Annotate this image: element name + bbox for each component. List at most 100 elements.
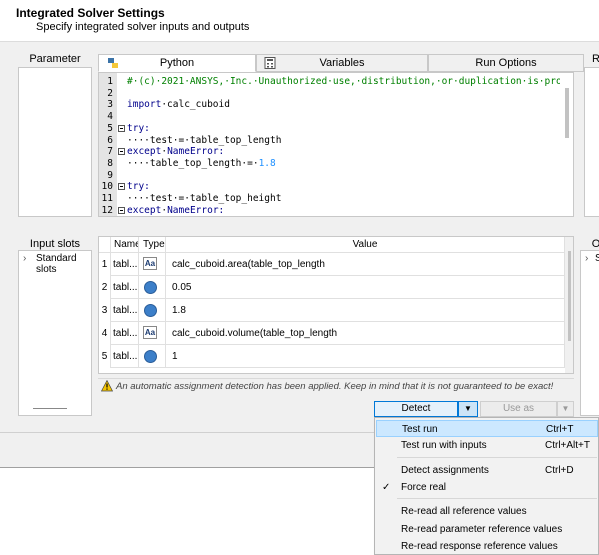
- editor-vertical-scrollbar[interactable]: [560, 73, 573, 216]
- code-line[interactable]: 1 #·(c)·2021·ANSYS,·Inc.·Unauthorized·use…: [99, 76, 573, 88]
- line-number: 1: [107, 76, 113, 87]
- detect-assignments-dropdown[interactable]: ▼: [458, 401, 478, 417]
- number-type-icon: [144, 281, 157, 294]
- menu-item-label: Detect assignments: [401, 465, 489, 476]
- fold-toggle-icon[interactable]: [118, 183, 125, 191]
- dialog-header: Integrated Solver Settings Specify integ…: [0, 0, 599, 42]
- code-text: try:: [127, 122, 150, 134]
- code-line[interactable]: 6 ····test·=·table_top_length: [99, 135, 573, 147]
- cell-name[interactable]: tabl...: [111, 299, 139, 322]
- line-number: 4: [107, 111, 113, 123]
- tab-python[interactable]: Python: [98, 54, 256, 72]
- row-number[interactable]: 2: [99, 276, 111, 299]
- menu-item-shortcut: Ctrl+D: [545, 465, 574, 476]
- output-tree-item[interactable]: S: [595, 253, 599, 264]
- line-number: 10: [101, 181, 113, 193]
- code-line[interactable]: 2: [99, 87, 573, 100]
- cell-type[interactable]: Aa: [139, 322, 166, 345]
- number-type-icon: [144, 304, 157, 317]
- code-line[interactable]: 10 try:: [99, 181, 573, 193]
- tab-bar: Python Variables Run Options: [98, 54, 584, 72]
- code-line[interactable]: 7 except·NameError:: [99, 146, 573, 158]
- cell-name[interactable]: tabl...: [111, 322, 139, 345]
- detect-assignments-button[interactable]: Detect assignments: [374, 401, 458, 428]
- parameter-list[interactable]: [18, 67, 92, 217]
- table-row[interactable]: 2 tabl... 0.05: [99, 276, 565, 299]
- cell-type[interactable]: Aa: [139, 253, 166, 276]
- code-line[interactable]: 11 ····test·=·table_top_height: [99, 193, 573, 205]
- line-number: 3: [107, 99, 113, 111]
- integrated-solver-dialog: Integrated Solver Settings Specify integ…: [0, 0, 599, 468]
- cell-type[interactable]: [139, 345, 166, 368]
- row-number[interactable]: 3: [99, 299, 111, 322]
- cell-value[interactable]: 1.8: [166, 299, 565, 322]
- warning-icon: [100, 379, 114, 392]
- menu-item[interactable]: Test run with inputs Ctrl+Alt+T: [376, 437, 598, 454]
- table-vertical-scrollbar[interactable]: [565, 237, 573, 373]
- right-panel-label: R: [592, 53, 599, 65]
- code-line[interactable]: 5 try:: [99, 122, 573, 135]
- parameter-label: Parameter: [29, 53, 81, 65]
- menu-item-label: Re-read response reference values: [401, 541, 558, 552]
- menu-item[interactable]: Re-read parameter reference values: [376, 521, 598, 538]
- table-row[interactable]: 4 tabl... Aa calc_cuboid.volume(table_top_l…: [99, 322, 565, 345]
- input-slots-tree[interactable]: › Standard slots: [18, 250, 92, 416]
- menu-item[interactable]: Re-read response reference values: [376, 538, 598, 555]
- input-slots-scroll-handle[interactable]: [33, 408, 67, 409]
- cell-type[interactable]: [139, 299, 166, 322]
- column-header-type[interactable]: Type: [139, 237, 166, 253]
- table-scroll-thumb[interactable]: [568, 251, 571, 341]
- fold-toggle-icon[interactable]: [118, 124, 125, 132]
- tab-run-options[interactable]: Run Options: [428, 54, 584, 72]
- cell-value[interactable]: 1: [166, 345, 565, 368]
- table-row[interactable]: 3 tabl... 1.8: [99, 299, 565, 322]
- python-code-editor[interactable]: 1 #·(c)·2021·ANSYS,·Inc.·Unauthorized·use…: [98, 72, 574, 217]
- code-line[interactable]: 9: [99, 170, 573, 182]
- menu-item-shortcut: Ctrl+T: [546, 424, 574, 435]
- use-as-parameter-dropdown[interactable]: ▼: [557, 401, 574, 417]
- tab-variables[interactable]: Variables: [256, 54, 428, 72]
- code-text: except·NameError:: [127, 146, 225, 158]
- input-slots-title: Input slots: [29, 238, 81, 250]
- menu-separator: [397, 498, 597, 499]
- chevron-right-icon[interactable]: ›: [585, 253, 588, 264]
- code-text: ····table_top_length·=·1.8: [127, 157, 276, 169]
- column-header-value[interactable]: Value: [166, 237, 565, 253]
- cell-value[interactable]: 0.05: [166, 276, 565, 299]
- menu-item-label: Test run: [402, 424, 438, 435]
- table-row[interactable]: 1 tabl... Aa calc_cuboid.area(table_top_len…: [99, 253, 565, 276]
- row-number[interactable]: 5: [99, 345, 111, 368]
- assignments-table[interactable]: Name Type Value 1 tabl... Aa calc_cuboid.ar…: [98, 236, 574, 374]
- chevron-right-icon[interactable]: ›: [23, 253, 26, 264]
- text-type-icon: Aa: [143, 257, 157, 270]
- cell-value[interactable]: calc_cuboid.area(table_top_length: [166, 253, 565, 276]
- fold-toggle-icon[interactable]: [118, 206, 125, 214]
- cell-value[interactable]: calc_cuboid.volume(table_top_length: [166, 322, 565, 345]
- code-line[interactable]: 4: [99, 111, 573, 123]
- tab-run-options-label: Run Options: [475, 57, 537, 69]
- output-slots-tree[interactable]: › S: [580, 250, 599, 416]
- line-number: 12: [101, 204, 113, 216]
- menu-separator: [397, 457, 597, 458]
- use-as-parameter-button[interactable]: Use as parameter: [480, 401, 557, 428]
- cell-name[interactable]: tabl...: [111, 253, 139, 276]
- menu-item[interactable]: Detect assignments Ctrl+D: [376, 462, 598, 479]
- table-row[interactable]: 5 tabl... 1: [99, 345, 565, 368]
- code-line[interactable]: 12 except·NameError:: [99, 204, 573, 216]
- cell-name[interactable]: tabl...: [111, 345, 139, 368]
- menu-item[interactable]: Re-read all reference values: [376, 503, 598, 520]
- cell-name[interactable]: tabl...: [111, 276, 139, 299]
- row-number[interactable]: 4: [99, 322, 111, 345]
- line-number: 2: [107, 87, 113, 99]
- code-line[interactable]: 8 ····table_top_length·=·1.8: [99, 157, 573, 170]
- fold-toggle-icon[interactable]: [118, 148, 125, 156]
- editor-scroll-thumb[interactable]: [565, 88, 569, 138]
- cell-type[interactable]: [139, 276, 166, 299]
- code-line[interactable]: 3 import·calc_cuboid: [99, 99, 573, 111]
- column-header-name[interactable]: Name: [111, 237, 139, 253]
- menu-item[interactable]: Test run Ctrl+T: [376, 420, 598, 437]
- menu-item[interactable]: ✓ Force real: [376, 479, 598, 496]
- python-icon: [107, 57, 119, 69]
- row-number[interactable]: 1: [99, 253, 111, 276]
- tree-item-standard-slots[interactable]: Standard slots: [36, 253, 91, 275]
